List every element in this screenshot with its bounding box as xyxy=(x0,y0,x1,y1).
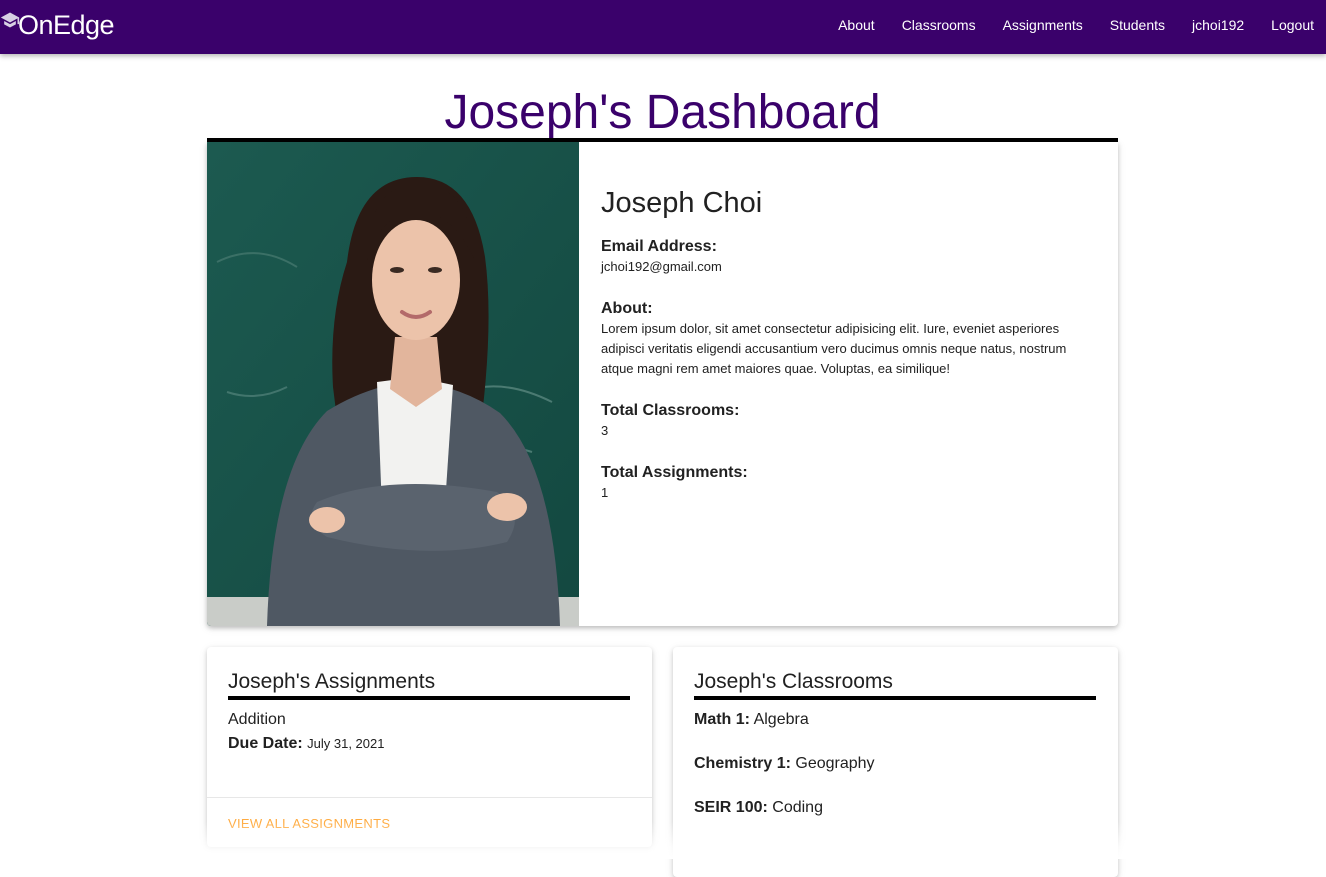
classroom-item[interactable]: SEIR 100: Coding xyxy=(694,798,823,818)
nav-link-assignments[interactable]: Assignments xyxy=(987,0,1094,50)
graduation-cap-icon xyxy=(0,12,20,28)
classrooms-card-divider xyxy=(694,696,1096,700)
profile-name: Joseph Choi xyxy=(601,187,763,219)
classroom-name: SEIR 100: xyxy=(694,799,768,816)
classroom-item[interactable]: Math 1: Algebra xyxy=(694,710,809,730)
assignment-name: Addition xyxy=(228,711,286,728)
about-value: Lorem ipsum dolor, sit amet consectetur … xyxy=(601,321,1067,376)
email-value: jchoi192@gmail.com xyxy=(601,259,722,274)
navbar: OnEdge About Classrooms Assignments Stud… xyxy=(0,0,1326,54)
classroom-name: Math 1: xyxy=(694,711,750,728)
bottom-fade-overlay xyxy=(0,822,1326,859)
nav-link-classrooms[interactable]: Classrooms xyxy=(886,0,987,50)
about-label: About: xyxy=(601,300,653,317)
due-date-label: Due Date: xyxy=(228,735,303,752)
total-assignments-value: 1 xyxy=(601,485,609,500)
nav-link-username[interactable]: jchoi192 xyxy=(1176,0,1255,50)
classroom-item[interactable]: Chemistry 1: Geography xyxy=(694,754,875,774)
classroom-name: Chemistry 1: xyxy=(694,755,791,772)
assignments-card-divider xyxy=(228,696,630,700)
brand-logo[interactable]: OnEdge xyxy=(0,8,115,44)
assignments-card-action: VIEW ALL ASSIGNMENTS xyxy=(207,797,652,848)
nav-link-about[interactable]: About xyxy=(822,0,886,50)
classroom-subject: Coding xyxy=(772,799,823,816)
classroom-subject: Algebra xyxy=(753,711,809,728)
brand-name: OnEdge xyxy=(18,10,115,40)
classroom-subject: Geography xyxy=(795,755,875,772)
profile-photo xyxy=(207,142,579,626)
total-classrooms-label: Total Classrooms: xyxy=(601,402,740,419)
nav-link-students[interactable]: Students xyxy=(1094,0,1176,50)
view-all-assignments-link[interactable]: VIEW ALL ASSIGNMENTS xyxy=(228,816,390,831)
nav-links: About Classrooms Assignments Students jc… xyxy=(822,0,1326,50)
classrooms-card: Joseph's Classrooms Math 1: Algebra Chem… xyxy=(673,647,1118,877)
total-classrooms-value: 3 xyxy=(601,423,609,438)
classrooms-card-title: Joseph's Classrooms xyxy=(694,670,893,693)
assignments-card-title: Joseph's Assignments xyxy=(228,670,436,693)
page-title: Joseph's Dashboard xyxy=(444,86,881,139)
due-date-value: July 31, 2021 xyxy=(307,736,385,751)
profile-info: Joseph Choi Email Address: jchoi192@gmai… xyxy=(601,186,1091,525)
assignments-card: Joseph's Assignments Addition Due Date: … xyxy=(207,647,652,847)
profile-card: Joseph Choi Email Address: jchoi192@gmai… xyxy=(207,142,1118,626)
total-assignments-label: Total Assignments: xyxy=(601,464,748,481)
email-label: Email Address: xyxy=(601,238,717,255)
nav-link-logout[interactable]: Logout xyxy=(1255,0,1326,50)
assignment-due: Due Date: July 31, 2021 xyxy=(228,734,384,754)
